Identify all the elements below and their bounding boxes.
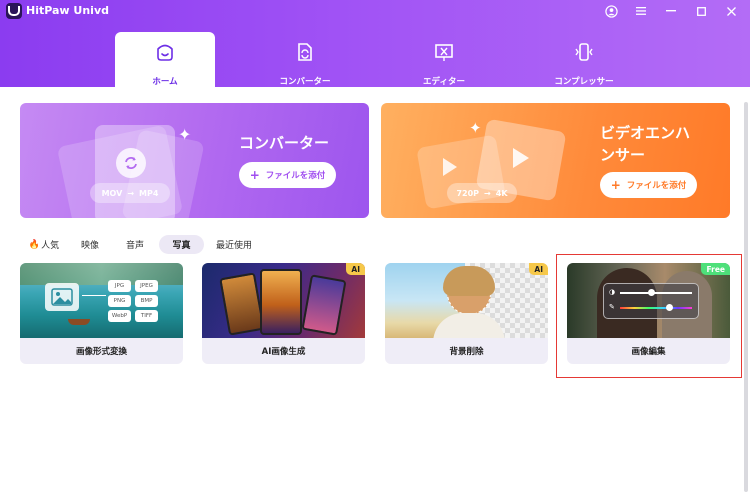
tab-editor[interactable]: エディター <box>394 32 494 87</box>
menu-icon[interactable] <box>632 2 650 20</box>
category-tab-audio[interactable]: 音声 <box>118 235 152 254</box>
app-logo-icon <box>6 3 22 19</box>
tab-compressor-label: コンプレッサー <box>554 77 614 87</box>
converter-hero-card[interactable]: MOV → MP4 ✦ コンバーター + ファイルを添付 <box>20 103 369 218</box>
ai-image-thumbnail <box>202 263 365 338</box>
compress-icon <box>573 41 595 67</box>
enhancer-format-pill: 720P → 4K <box>447 183 517 203</box>
converter-add-file-label: ファイルを添付 <box>265 171 326 181</box>
enhancer-from-format: 720P <box>456 188 480 198</box>
tool-card-image-convert[interactable]: JPG JPEG PNG BMP WebP TIFF 画像形式変換 <box>20 263 183 364</box>
enhancer-title-line1: ビデオエンハ <box>600 124 691 142</box>
format-chip: PNG <box>108 295 131 307</box>
app-header: HitPaw Univd ホーム コンバーター エディター コンプレッサー <box>0 0 750 87</box>
converter-format-pill: MOV → MP4 <box>90 183 170 203</box>
converter-arrow-icon: → <box>127 188 135 198</box>
highlight-box <box>556 254 742 378</box>
background-remove-thumbnail <box>385 263 548 338</box>
convert-file-icon <box>294 41 316 67</box>
boat-shape <box>68 319 90 325</box>
convert-circle-icon <box>116 148 146 178</box>
thumb-hills <box>20 263 183 285</box>
converter-from-format: MOV <box>101 188 123 198</box>
converter-add-file-button[interactable]: + ファイルを添付 <box>239 162 336 188</box>
image-icon <box>45 283 79 311</box>
enhancer-title: ビデオエンハ ンサー <box>600 122 690 166</box>
play-icon-large <box>513 148 529 168</box>
tab-home[interactable]: ホーム <box>115 32 215 87</box>
close-icon[interactable] <box>722 2 740 20</box>
format-chip: JPEG <box>135 280 158 292</box>
format-chip: TIFF <box>135 310 158 322</box>
category-tab-popular-label: 人気 <box>41 241 60 251</box>
tab-converter-label: コンバーター <box>279 77 331 87</box>
account-icon[interactable] <box>602 2 620 20</box>
sparkle-icon: ✦ <box>178 125 192 144</box>
portrait-card <box>260 269 302 335</box>
enhancer-add-file-button[interactable]: + ファイルを添付 <box>600 172 697 198</box>
minimize-icon[interactable] <box>662 2 680 20</box>
converter-title: コンバーター <box>239 134 330 152</box>
home-icon <box>154 41 176 67</box>
tab-home-label: ホーム <box>152 77 178 87</box>
tab-converter[interactable]: コンバーター <box>255 32 355 87</box>
portrait-card <box>219 272 265 336</box>
enhancer-title-line2: ンサー <box>600 146 646 164</box>
maximize-icon[interactable] <box>692 2 710 20</box>
connector-line <box>82 295 106 296</box>
play-icon <box>443 158 457 176</box>
category-tab-video[interactable]: 映像 <box>74 235 106 254</box>
tool-card-background-remove[interactable]: AI 背景削除 <box>385 263 548 364</box>
enhancer-add-file-label: ファイルを添付 <box>626 181 687 191</box>
plus-icon: + <box>610 178 621 192</box>
scrollbar[interactable] <box>744 102 748 492</box>
title-bar: HitPaw Univd <box>0 0 750 22</box>
portrait-card <box>301 274 347 336</box>
sparkle-icon: ✦ <box>469 119 482 137</box>
person-hair <box>443 266 495 296</box>
ai-badge: AI <box>529 263 548 275</box>
format-chip: WebP <box>108 310 131 322</box>
plus-icon: + <box>249 168 260 182</box>
video-enhancer-hero-card[interactable]: 720P → 4K ✦ ビデオエンハ ンサー + ファイルを添付 <box>381 103 730 218</box>
format-chip: BMP <box>135 295 158 307</box>
tool-name: 画像形式変換 <box>75 347 127 357</box>
converter-to-format: MP4 <box>139 188 159 198</box>
enhancer-arrow-icon: → <box>484 188 491 198</box>
image-convert-thumbnail: JPG JPEG PNG BMP WebP TIFF <box>20 263 183 338</box>
category-tab-photo[interactable]: 写真 <box>159 235 204 254</box>
enhancer-to-format: 4K <box>495 188 508 198</box>
tool-name: AI画像生成 <box>261 347 306 357</box>
ai-badge: AI <box>346 263 365 275</box>
format-chip: JPG <box>108 280 131 292</box>
category-tab-recent[interactable]: 最近使用 <box>210 235 258 254</box>
fire-icon: 🔥 <box>28 239 41 250</box>
category-tab-popular[interactable]: 🔥 人気 <box>28 235 60 254</box>
tab-compressor[interactable]: コンプレッサー <box>534 32 634 87</box>
tool-card-ai-image-generate[interactable]: AI AI画像生成 <box>202 263 365 364</box>
tool-name: 背景削除 <box>449 347 484 357</box>
app-title: HitPaw Univd <box>26 4 109 17</box>
tab-editor-label: エディター <box>423 77 465 87</box>
cut-icon <box>433 41 455 67</box>
